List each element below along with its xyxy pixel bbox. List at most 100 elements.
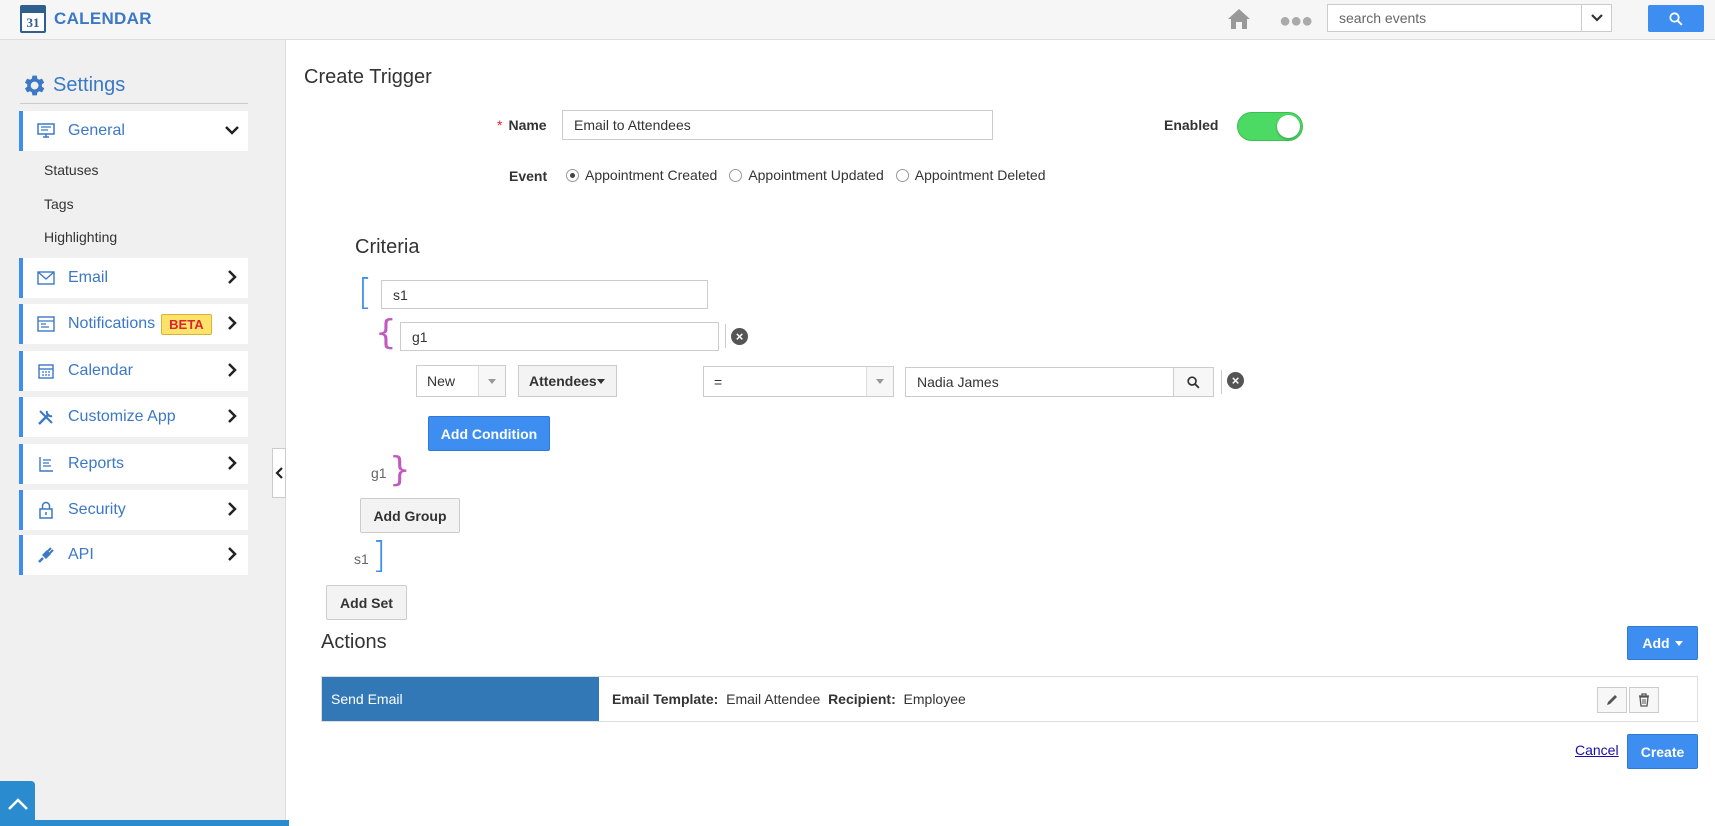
add-group-button[interactable]: Add Group <box>360 498 460 533</box>
chevron-right-icon <box>228 456 237 470</box>
name-label: * Name <box>497 117 547 133</box>
sidebar-item-email[interactable]: Email <box>19 258 248 298</box>
sidebar-item-label: Security <box>68 501 126 518</box>
settings-heading: Settings <box>20 68 248 104</box>
sidebar-item-general[interactable]: General <box>19 111 248 151</box>
delete-action-button[interactable] <box>1629 687 1659 713</box>
group-close-label: g1 <box>371 465 387 481</box>
cancel-link[interactable]: Cancel <box>1575 742 1619 758</box>
lock-icon <box>36 500 56 520</box>
pencil-icon <box>1607 695 1617 705</box>
radio-button[interactable] <box>895 168 909 182</box>
search-input[interactable] <box>1328 5 1581 31</box>
search-icon <box>1669 11 1683 26</box>
sidebar-item-label: API <box>68 546 94 563</box>
trigger-name-input[interactable] <box>562 110 993 140</box>
chevron-down-icon <box>225 126 239 135</box>
search-button[interactable] <box>1648 5 1704 32</box>
gear-icon <box>24 75 45 96</box>
enabled-label: Enabled <box>1164 117 1219 133</box>
sidebar-item-label: Email <box>68 269 109 286</box>
chevron-right-icon <box>228 409 237 423</box>
page-title: Create Trigger <box>304 66 432 88</box>
chevron-left-icon <box>275 467 283 479</box>
sidebar-subitem-tags[interactable]: Tags <box>44 196 74 212</box>
trash-icon <box>1639 693 1649 707</box>
sidebar-item-calendar[interactable]: Calendar <box>19 351 248 391</box>
set-open-bracket: [ <box>358 272 373 313</box>
add-condition-button[interactable]: Add Condition <box>428 416 550 451</box>
enabled-toggle[interactable] <box>1237 112 1303 141</box>
event-option-created[interactable]: Appointment Created <box>566 167 717 183</box>
sidebar-item-notifications[interactable]: Notifications BETA <box>19 304 248 344</box>
chevron-right-icon <box>228 270 237 284</box>
radio-button[interactable] <box>566 168 579 182</box>
sidebar-item-label: Reports <box>68 455 125 472</box>
sidebar-item-label: Calendar <box>68 362 133 379</box>
set-close-bracket: ] <box>372 535 387 576</box>
separator <box>1221 370 1222 394</box>
action-name[interactable]: Send Email <box>322 677 599 721</box>
top-bar: 31 CALENDAR ●●● <box>0 0 1715 40</box>
notification-panel-icon <box>36 314 56 334</box>
app-logo[interactable]: 31 CALENDAR <box>20 5 152 33</box>
condition-operator-select[interactable]: = <box>703 366 894 397</box>
scroll-to-top-button[interactable] <box>0 781 35 826</box>
separator <box>725 324 726 348</box>
sidebar-item-label: Notifications <box>68 315 156 332</box>
event-label: Event <box>509 168 548 184</box>
chevron-up-icon <box>7 797 28 810</box>
chevron-right-icon <box>228 502 237 516</box>
sidebar-subitem-statuses[interactable]: Statuses <box>44 162 98 178</box>
condition-field-select[interactable]: Attendees <box>518 365 617 397</box>
chevron-right-icon <box>228 547 237 561</box>
caret-down-icon <box>1674 640 1683 646</box>
add-action-button[interactable]: Add <box>1627 626 1698 660</box>
calendar-logo-icon: 31 <box>20 5 46 33</box>
sidebar-item-reports[interactable]: Reports <box>19 444 248 484</box>
envelope-icon <box>36 268 56 288</box>
tools-icon <box>36 407 56 427</box>
sidebar: Settings General Statuses Tags Highlight… <box>0 40 286 826</box>
remove-group-icon[interactable]: × <box>731 328 748 345</box>
sidebar-item-label: Customize App <box>68 408 176 425</box>
set-name-input[interactable] <box>381 280 708 309</box>
sidebar-item-api[interactable]: API <box>19 535 248 575</box>
lookup-button[interactable] <box>1173 367 1214 397</box>
home-icon[interactable] <box>1226 6 1252 32</box>
plug-icon <box>36 545 56 565</box>
create-button[interactable]: Create <box>1627 734 1698 769</box>
add-set-button[interactable]: Add Set <box>326 585 407 620</box>
sidebar-item-customize-app[interactable]: Customize App <box>19 397 248 437</box>
monitor-icon <box>36 121 56 141</box>
chevron-down-icon <box>1590 14 1603 22</box>
action-row: Send Email Email Template: Email Attende… <box>321 676 1698 722</box>
sidebar-subitem-highlighting[interactable]: Highlighting <box>44 229 117 245</box>
group-name-input[interactable] <box>400 322 719 351</box>
app-title: CALENDAR <box>54 9 152 28</box>
more-options-icon[interactable]: ●●● <box>1279 10 1313 33</box>
edit-action-button[interactable] <box>1597 687 1627 713</box>
group-close-brace: } <box>389 450 411 490</box>
settings-title: Settings <box>53 74 126 96</box>
sidebar-collapse-handle[interactable] <box>272 448 286 498</box>
search-icon <box>1187 375 1200 389</box>
search-dropdown-button[interactable] <box>1581 5 1611 31</box>
beta-badge: BETA <box>161 313 212 335</box>
sidebar-item-security[interactable]: Security <box>19 490 248 530</box>
search-box <box>1327 4 1612 32</box>
actions-title: Actions <box>321 631 387 653</box>
bottom-bar <box>35 820 289 826</box>
event-option-updated[interactable]: Appointment Updated <box>729 167 884 183</box>
calendar-icon <box>36 361 56 381</box>
event-option-deleted[interactable]: Appointment Deleted <box>895 167 1046 183</box>
condition-type-select[interactable]: New <box>416 365 506 397</box>
caret-down-icon <box>596 378 605 384</box>
chevron-right-icon <box>228 316 237 330</box>
dropdown-arrow-icon <box>866 367 893 396</box>
remove-condition-icon[interactable]: × <box>1227 372 1244 389</box>
radio-button[interactable] <box>729 168 743 182</box>
report-icon <box>36 454 56 474</box>
sidebar-item-label: General <box>68 122 125 139</box>
condition-value-input[interactable] <box>905 367 1174 397</box>
